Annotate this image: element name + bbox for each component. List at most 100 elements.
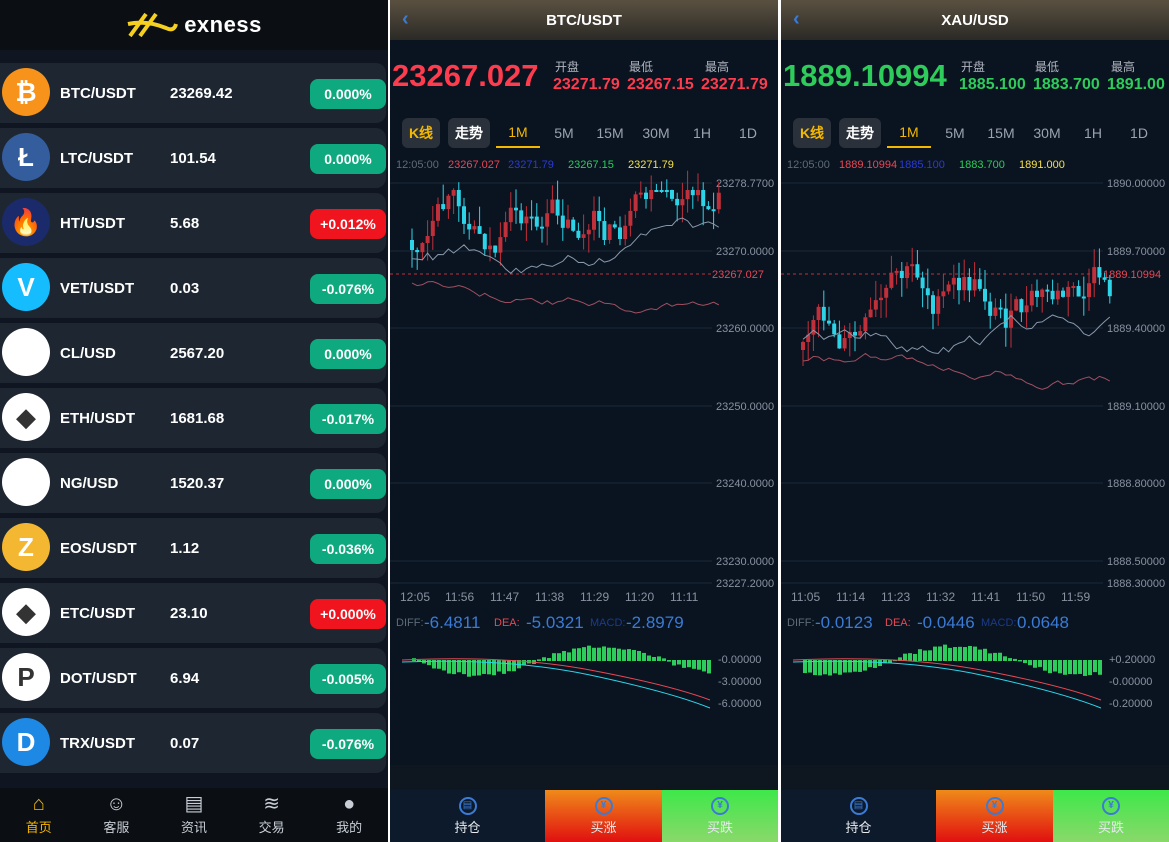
macd-bar [497, 660, 501, 672]
macd-bar [1048, 660, 1052, 674]
tab-trend[interactable]: 走势 [839, 118, 881, 148]
change-badge: -0.005% [310, 664, 386, 694]
tab-period-1m[interactable]: 1M [496, 118, 540, 148]
macd-bar [1013, 658, 1017, 661]
x-tick-label: 11:59 [1061, 590, 1090, 604]
list-item[interactable]: Z EOS/USDT 1.12 -0.036% [0, 518, 386, 578]
y-tick-label: 1889.10000 [1107, 401, 1165, 413]
nav-label: 客服 [103, 820, 130, 835]
tab-period-30m[interactable]: 30M [634, 118, 678, 148]
list-item[interactable]: ◆ ETH/USDT 1681.68 -0.017% [0, 388, 386, 448]
x-tick-label: 12:05 [400, 590, 430, 604]
kline-chart[interactable]: 12:05:00 1889.10994 1885.100 1883.700 1891.0… [781, 150, 1169, 790]
change-badge: -0.076% [310, 729, 386, 759]
candle [685, 190, 690, 200]
macd-tick-label: -6.00000 [718, 698, 761, 710]
ltc-icon: Ł [2, 133, 50, 181]
macd-bar [502, 660, 506, 674]
tab-trend[interactable]: 走势 [448, 118, 490, 148]
nav-tab-trade[interactable]: ≋ 交易 [233, 788, 311, 842]
candle [832, 323, 837, 335]
candle [998, 307, 1003, 310]
tab-period-5m[interactable]: 5M [933, 118, 977, 148]
change-badge: -0.036% [310, 534, 386, 564]
x-tick-label: 11:23 [881, 590, 910, 604]
hold-button[interactable]: ▤ 持仓 [781, 790, 936, 842]
list-item[interactable]: CL/USD 2567.20 0.000% [0, 323, 386, 383]
price-label: 2567.20 [170, 344, 225, 362]
buy-up-button[interactable]: ¥ 买涨 [545, 790, 662, 842]
candle [592, 210, 596, 230]
candle [701, 190, 706, 207]
macd-bar [592, 647, 596, 661]
list-item[interactable]: Ł LTC/USDT 101.54 0.000% [0, 128, 386, 188]
buy-down-icon: ¥ [711, 796, 729, 815]
ma-value: 1883.700 [959, 159, 1005, 171]
candle [488, 245, 492, 250]
tab-period-1m[interactable]: 1M [887, 118, 931, 148]
candle [941, 291, 946, 297]
hold-button[interactable]: ▤ 持仓 [390, 790, 545, 842]
list-item[interactable]: V VET/USDT 0.03 -0.076% [0, 258, 386, 318]
buy-up-button[interactable]: ¥ 买涨 [936, 790, 1053, 842]
kline-chart[interactable]: 12:05:00 23267.027 23271.79 23267.15 23271.7… [390, 150, 778, 790]
list-item[interactable]: D TRX/USDT 0.07 -0.076% [0, 713, 386, 773]
tab-period-1h[interactable]: 1H [680, 118, 724, 148]
tab-period-15m[interactable]: 15M [979, 118, 1023, 148]
candle [1050, 290, 1055, 300]
macd-bar [427, 660, 431, 666]
buy-up-label: 买涨 [981, 819, 1008, 835]
macd-bar [467, 660, 471, 677]
y-tick-label: 1888.50000 [1107, 556, 1165, 568]
ht-icon: 🔥 [2, 198, 50, 246]
tab-kline[interactable]: K线 [402, 118, 440, 148]
macd-bar [692, 660, 696, 669]
dea-label: DEA: [494, 617, 520, 629]
tab-period-1h[interactable]: 1H [1071, 118, 1115, 148]
tab-period-1d[interactable]: 1D [726, 118, 770, 148]
nav-tab-support[interactable]: ☺ 客服 [78, 788, 156, 842]
tab-period-1d[interactable]: 1D [1117, 118, 1161, 148]
hold-label: 持仓 [845, 819, 872, 835]
open-value: 1885.100 [959, 76, 1026, 93]
list-item[interactable]: ◆ ETC/USDT 23.10 +0.000% [0, 583, 386, 643]
trade-icon: ≋ [263, 793, 280, 815]
tab-period-5m[interactable]: 5M [542, 118, 586, 148]
candle [1097, 267, 1102, 278]
macd-bar [657, 656, 661, 661]
buy-down-button[interactable]: ¥ 买跌 [662, 790, 778, 842]
candle [654, 190, 659, 192]
candle [493, 245, 498, 253]
change-badge: +0.000% [310, 599, 386, 629]
candle [410, 240, 414, 250]
macd-bar [973, 646, 977, 661]
nav-tab-news[interactable]: ▤ 资讯 [155, 788, 233, 842]
list-item[interactable]: NG/USD 1520.37 0.000% [0, 453, 386, 513]
tab-kline[interactable]: K线 [793, 118, 831, 148]
candle [690, 190, 695, 196]
list-item[interactable]: 🔥 HT/USDT 5.68 +0.012% [0, 193, 386, 253]
buy-down-button[interactable]: ¥ 买跌 [1053, 790, 1169, 842]
back-icon[interactable]: ‹ [402, 8, 409, 31]
tab-period-15m[interactable]: 15M [588, 118, 632, 148]
chart-footer [781, 765, 1169, 790]
back-icon[interactable]: ‹ [793, 8, 800, 31]
candle [853, 331, 857, 336]
macd-bar [813, 660, 817, 676]
candle [716, 192, 721, 210]
macd-bar [542, 657, 546, 661]
macd-bar [637, 651, 641, 661]
tab-period-30m[interactable]: 30M [1025, 118, 1069, 148]
nav-tab-home[interactable]: ⌂ 首页 [0, 788, 78, 842]
nav-tab-profile[interactable]: ● 我的 [310, 788, 388, 842]
candle [837, 334, 842, 349]
trx-icon: D [2, 718, 50, 766]
diff-value: -0.0123 [815, 613, 873, 632]
list-item[interactable]: P DOT/USDT 6.94 -0.005% [0, 648, 386, 708]
macd-tick-label: +0.20000 [1109, 654, 1155, 666]
list-item[interactable]: ₿ BTC/USDT 23269.42 0.000% [0, 63, 386, 123]
change-badge: 0.000% [310, 144, 386, 174]
macd-bar [948, 647, 952, 661]
candle [612, 224, 617, 228]
macd-bar [622, 649, 626, 661]
